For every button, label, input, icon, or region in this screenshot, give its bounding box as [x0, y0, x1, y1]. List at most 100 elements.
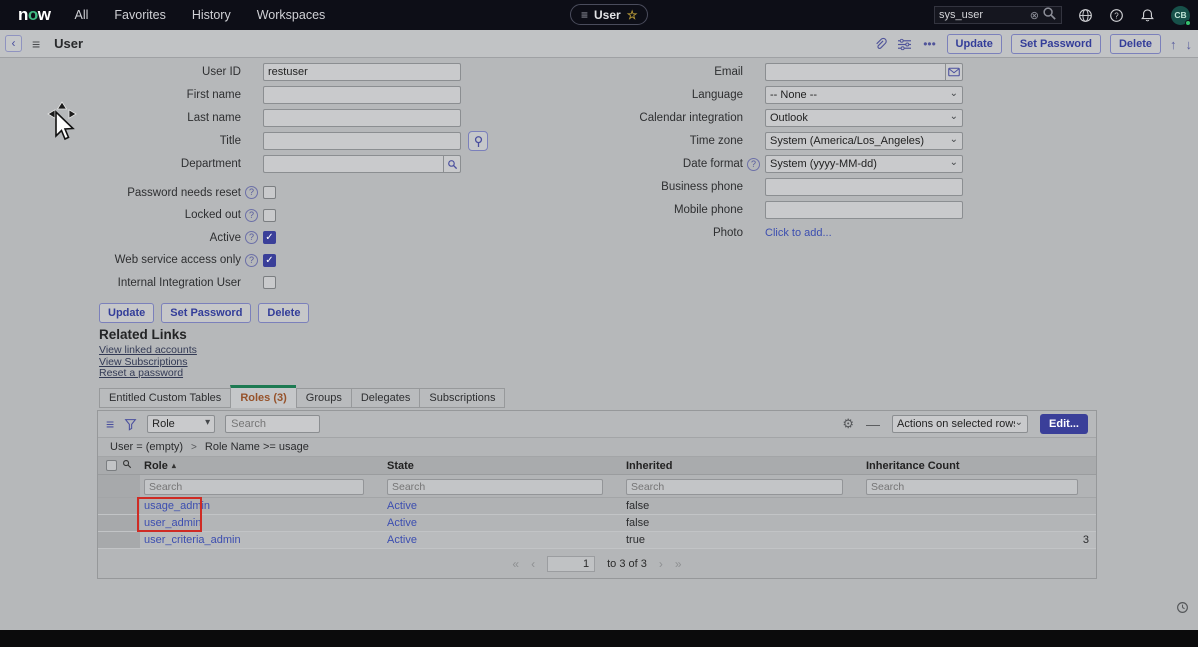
list-menu-icon[interactable]: ≡	[106, 416, 114, 432]
context-pill[interactable]: ≡ User ☆	[570, 4, 648, 25]
column-header-inherited[interactable]: Inherited	[622, 460, 862, 472]
first-page-icon[interactable]: «	[512, 557, 519, 571]
breadcrumb-role-name-filter[interactable]: Role Name >= usage	[205, 441, 309, 453]
reset-a-password-link[interactable]: Reset a password	[99, 368, 197, 380]
now-logo[interactable]: now	[18, 5, 51, 25]
more-options-icon[interactable]: •••	[922, 36, 938, 52]
inherited-value: false	[622, 500, 862, 512]
column-header-state[interactable]: State	[383, 460, 622, 472]
form-left-column: User ID First name Last name Title	[0, 63, 520, 299]
notifications-bell-icon[interactable]	[1140, 8, 1155, 23]
business-phone-input[interactable]	[765, 178, 963, 196]
field-photo: Photo Click to add...	[540, 224, 990, 242]
last-name-input[interactable]	[263, 109, 461, 127]
delete-button[interactable]: Delete	[1110, 34, 1161, 54]
time-zone-select[interactable]: System (America/Los_Angeles) ⌄	[765, 132, 963, 150]
tab-roles[interactable]: Roles (3)	[230, 385, 295, 408]
nav-item-workspaces[interactable]: Workspaces	[257, 8, 326, 22]
view-linked-accounts-link[interactable]: View linked accounts	[99, 345, 197, 357]
back-button[interactable]: ‹	[5, 35, 22, 52]
global-search[interactable]: ⊗	[934, 6, 1062, 24]
state-link[interactable]: Active	[387, 500, 417, 512]
previous-record-icon[interactable]: ↑	[1170, 37, 1177, 52]
set-password-button-bottom[interactable]: Set Password	[161, 303, 251, 323]
help-icon[interactable]: ?	[1109, 8, 1124, 23]
page-number-input[interactable]	[547, 556, 595, 572]
date-format-help-icon[interactable]: ?	[747, 158, 760, 171]
search-field-select-value: Role	[152, 418, 205, 430]
email-envelope-icon[interactable]	[945, 63, 963, 81]
attachment-paperclip-icon[interactable]	[872, 36, 888, 52]
web-service-access-only-help-icon[interactable]: ?	[245, 254, 258, 267]
calendar-integration-select[interactable]: Outlook ⌄	[765, 109, 963, 127]
inheritance-count-column-search-input[interactable]	[866, 479, 1078, 495]
update-button[interactable]: Update	[947, 34, 1002, 54]
mobile-phone-input[interactable]	[765, 201, 963, 219]
role-link[interactable]: usage_admin	[144, 500, 210, 512]
actions-on-selected-rows-select[interactable]: Actions on selected rows... ⌄	[892, 415, 1028, 433]
response-time-clock-icon[interactable]	[1176, 601, 1189, 614]
tab-subscriptions[interactable]: Subscriptions	[419, 388, 505, 408]
filter-funnel-icon[interactable]	[124, 418, 137, 431]
breadcrumb-user-filter[interactable]: User = (empty)	[110, 441, 183, 453]
calendar-integration-label: Calendar integration	[540, 112, 747, 124]
last-page-icon[interactable]: »	[675, 557, 682, 571]
inherited-column-search-input[interactable]	[626, 479, 843, 495]
favorite-star-icon[interactable]: ☆	[627, 8, 638, 22]
tab-delegates[interactable]: Delegates	[351, 388, 420, 408]
collapse-list-icon[interactable]: —	[866, 416, 880, 432]
state-column-search-input[interactable]	[387, 479, 603, 495]
edit-button[interactable]: Edit...	[1040, 414, 1088, 434]
clear-search-icon[interactable]: ⊗	[1030, 9, 1039, 22]
select-all-checkbox[interactable]	[106, 460, 117, 471]
role-column-search-input[interactable]	[144, 479, 364, 495]
locked-out-help-icon[interactable]: ?	[245, 209, 258, 222]
password-needs-reset-help-icon[interactable]: ?	[245, 186, 258, 199]
nav-item-favorites[interactable]: Favorites	[114, 8, 165, 22]
tab-groups[interactable]: Groups	[296, 388, 351, 408]
state-link[interactable]: Active	[387, 534, 417, 546]
suggestion-pin-icon[interactable]	[468, 131, 488, 151]
internal-integration-user-checkbox[interactable]	[263, 276, 276, 289]
locked-out-checkbox[interactable]	[263, 209, 276, 222]
department-lookup-icon[interactable]	[443, 155, 461, 173]
search-field-select[interactable]: Role ▾	[147, 415, 215, 433]
password-needs-reset-checkbox[interactable]	[263, 186, 276, 199]
state-link[interactable]: Active	[387, 517, 417, 529]
nav-item-all[interactable]: All	[75, 8, 89, 22]
column-header-role[interactable]: Role▴	[140, 460, 383, 472]
role-link[interactable]: user_criteria_admin	[144, 534, 241, 546]
globe-icon[interactable]	[1078, 8, 1093, 23]
search-icon[interactable]	[1042, 6, 1057, 24]
user-avatar[interactable]: CB	[1171, 6, 1190, 25]
web-service-access-only-checkbox[interactable]: ✓	[263, 254, 276, 267]
language-select[interactable]: -- None -- ⌄	[765, 86, 963, 104]
list-search-input[interactable]	[225, 415, 320, 433]
user-id-input[interactable]	[263, 63, 461, 81]
department-input[interactable]	[263, 155, 443, 173]
column-search-toggle-icon[interactable]	[122, 459, 132, 472]
first-name-input[interactable]	[263, 86, 461, 104]
title-input[interactable]	[263, 132, 461, 150]
email-input[interactable]	[765, 63, 945, 81]
next-page-icon[interactable]: ›	[659, 557, 663, 571]
tab-entitled-custom-tables[interactable]: Entitled Custom Tables	[99, 388, 230, 408]
delete-button-bottom[interactable]: Delete	[258, 303, 309, 323]
business-phone-label: Business phone	[540, 181, 747, 193]
role-link[interactable]: user_admin	[144, 517, 201, 529]
global-search-input[interactable]	[939, 9, 1027, 21]
photo-click-to-add-link[interactable]: Click to add...	[765, 227, 832, 239]
column-header-inheritance-count[interactable]: Inheritance Count	[862, 460, 1096, 472]
active-help-icon[interactable]: ?	[245, 231, 258, 244]
update-button-bottom[interactable]: Update	[99, 303, 154, 323]
nav-item-history[interactable]: History	[192, 8, 231, 22]
previous-page-icon[interactable]: ‹	[531, 557, 535, 571]
active-checkbox[interactable]: ✓	[263, 231, 276, 244]
inherited-value: false	[622, 517, 862, 529]
list-settings-gear-icon[interactable]: ⚙	[842, 416, 854, 432]
next-record-icon[interactable]: ↓	[1186, 37, 1193, 52]
personalize-form-icon[interactable]	[897, 36, 913, 52]
date-format-select[interactable]: System (yyyy-MM-dd) ⌄	[765, 155, 963, 173]
set-password-button[interactable]: Set Password	[1011, 34, 1101, 54]
form-context-menu-icon[interactable]: ≡	[32, 36, 40, 52]
